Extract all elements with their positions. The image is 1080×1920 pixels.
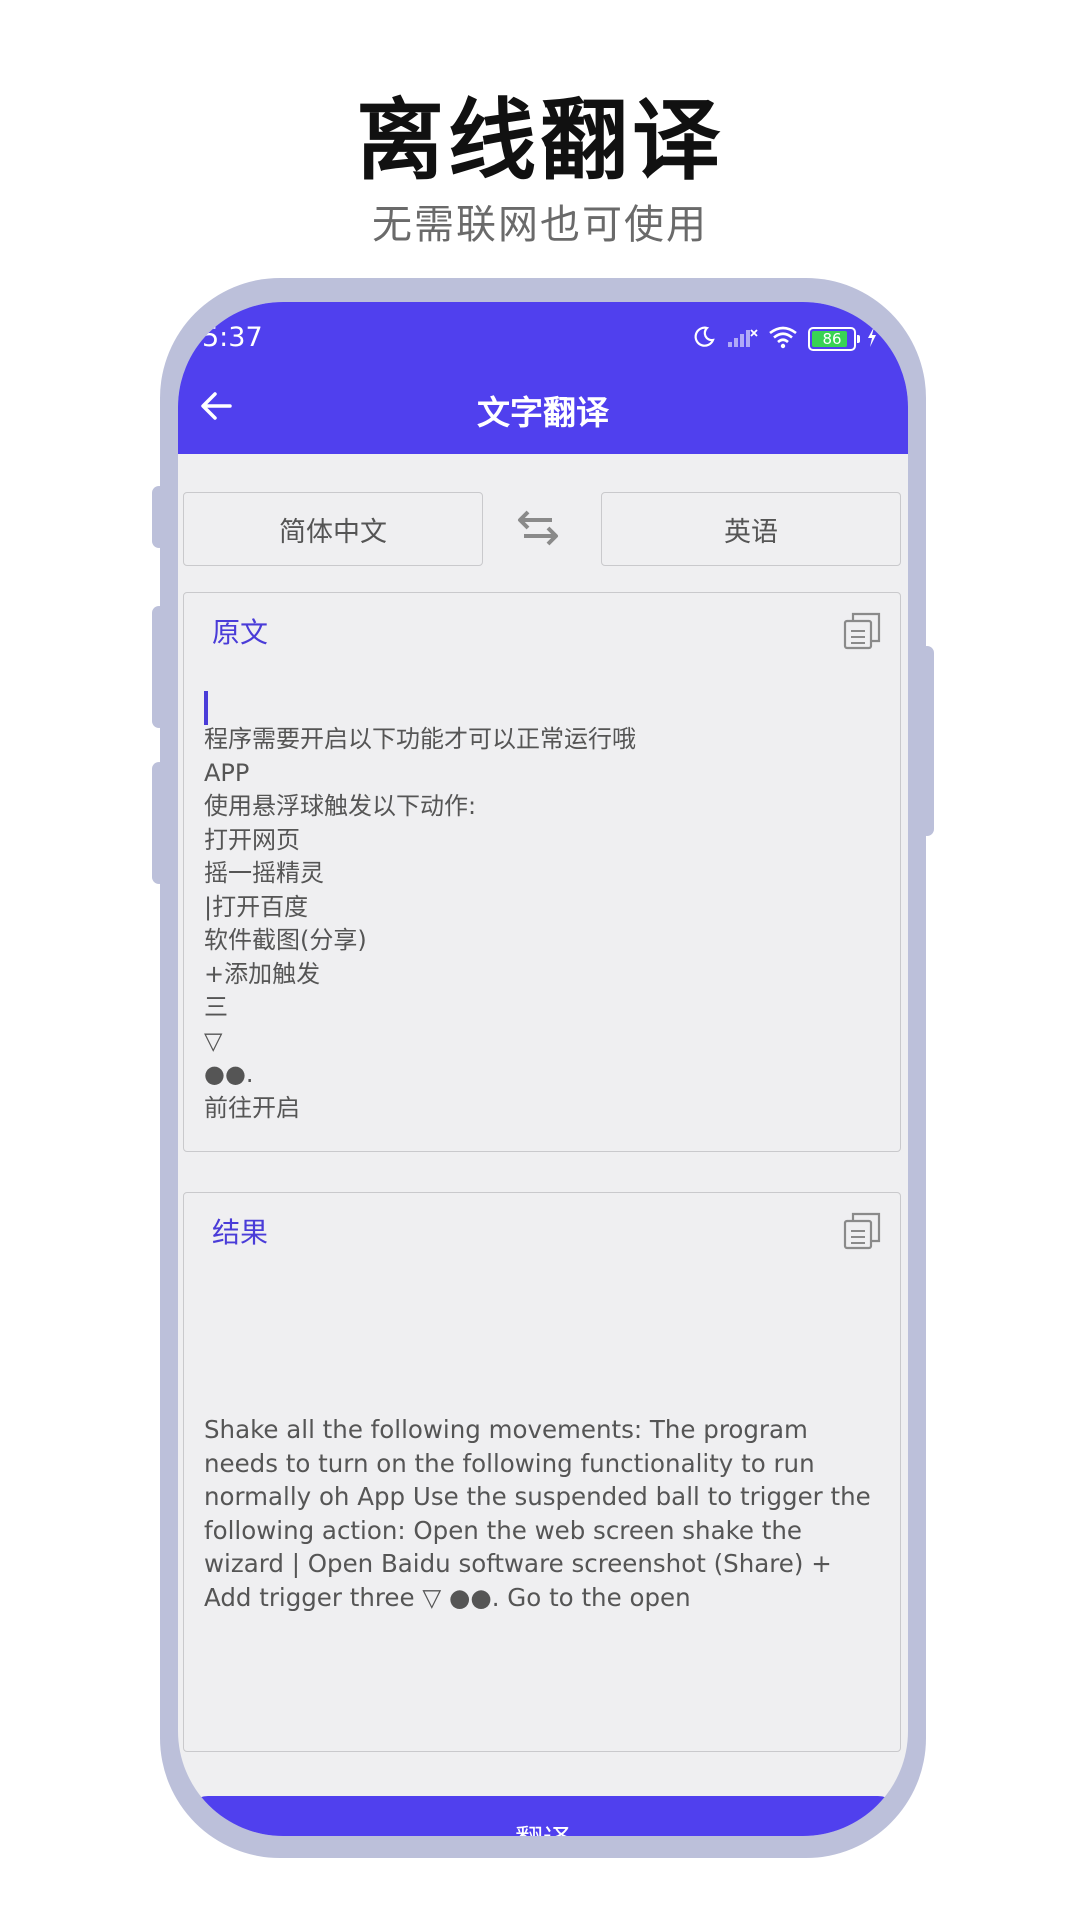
translate-button[interactable]: 翻译 xyxy=(186,1796,900,1836)
swap-languages-button[interactable] xyxy=(514,506,562,554)
status-time: 5:37 xyxy=(202,322,263,353)
copy-icon xyxy=(842,1212,882,1255)
swap-arrows-icon xyxy=(516,506,560,554)
copy-result-button[interactable] xyxy=(842,1211,882,1251)
status-icons: 86 xyxy=(692,322,878,356)
text-cursor xyxy=(204,691,208,725)
phone-side-button xyxy=(920,646,934,836)
phone-screen: 5:37 86 文字翻译 简体中文 英语 原文 程序需要开启以下功能才可以正常运… xyxy=(178,302,908,1836)
result-panel: 结果 Shake all the following movements: Th… xyxy=(183,1192,901,1752)
translate-button-label: 翻译 xyxy=(515,1818,571,1836)
battery-icon: 86 xyxy=(808,327,860,351)
promo-subtitle: 无需联网也可使用 xyxy=(372,202,708,248)
wifi-icon xyxy=(768,325,798,353)
target-language-button[interactable]: 英语 xyxy=(601,492,901,566)
source-label: 原文 xyxy=(212,616,269,649)
result-text: Shake all the following movements: The p… xyxy=(204,1415,871,1612)
battery-level: 86 xyxy=(822,329,842,348)
phone-side-button xyxy=(152,762,166,884)
signal-icon xyxy=(726,326,758,352)
phone-side-button xyxy=(152,486,166,548)
app-header: 5:37 86 文字翻译 xyxy=(178,302,908,454)
source-text-input[interactable]: 程序需要开启以下功能才可以正常运行哦 APP 使用悬浮球触发以下动作: 打开网页… xyxy=(204,723,864,1125)
result-label: 结果 xyxy=(212,1216,269,1249)
source-language-button[interactable]: 简体中文 xyxy=(183,492,483,566)
moon-icon xyxy=(692,325,716,353)
copy-icon xyxy=(842,612,882,655)
page-title: 文字翻译 xyxy=(477,393,609,432)
charging-icon xyxy=(866,326,878,352)
copy-source-button[interactable] xyxy=(842,611,882,651)
source-panel: 原文 程序需要开启以下功能才可以正常运行哦 APP 使用悬浮球触发以下动作: 打… xyxy=(183,592,901,1152)
phone-side-button xyxy=(152,606,166,728)
promo-title: 离线翻译 xyxy=(355,89,724,192)
